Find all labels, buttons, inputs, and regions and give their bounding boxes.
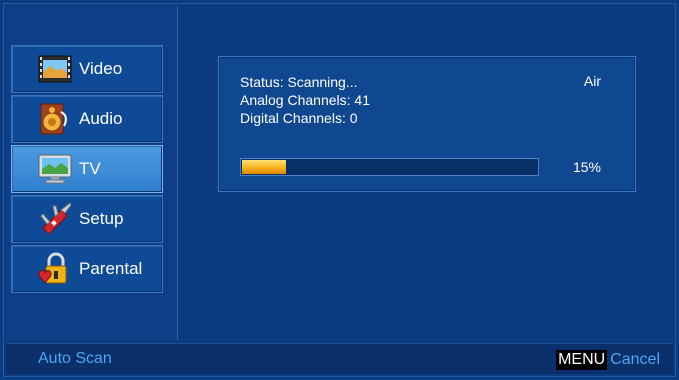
main-menu: Video Audio TV Setup Parental: [11, 45, 163, 295]
tv-monitor-icon: [37, 152, 73, 186]
menu-key-badge: MENU: [556, 350, 608, 370]
scan-status-lines: Status: Scanning... Analog Channels: 41 …: [240, 73, 370, 127]
scan-status-panel: Status: Scanning... Analog Channels: 41 …: [218, 56, 636, 192]
footer-bar: Auto Scan MENU Cancel: [6, 343, 673, 374]
menu-item-setup[interactable]: Setup: [11, 195, 163, 243]
audio-speaker-icon: [37, 102, 73, 136]
page-title: Auto Scan: [38, 350, 112, 367]
scan-progress-fill: [242, 160, 286, 174]
scan-source: Air: [583, 73, 601, 89]
menu-item-label: Audio: [79, 109, 123, 128]
video-film-icon: [37, 52, 73, 86]
padlock-heart-icon: [37, 252, 73, 286]
menu-item-label: Parental: [79, 259, 143, 278]
tv-menu-screen: Video Audio TV Setup Parental Status: Sc…: [0, 0, 679, 380]
cancel-hint[interactable]: MENU Cancel: [556, 350, 660, 370]
menu-item-audio[interactable]: Audio: [11, 95, 163, 143]
scan-progress-bar: [240, 158, 539, 176]
menu-item-label: Video: [79, 59, 123, 78]
swiss-knife-icon: [37, 202, 73, 236]
menu-item-video[interactable]: Video: [11, 45, 163, 93]
menu-item-parental[interactable]: Parental: [11, 245, 163, 293]
digital-channel-count: Digital Channels: 0: [240, 110, 358, 126]
analog-channel-count: Analog Channels: 41: [240, 92, 370, 108]
cancel-label: Cancel: [610, 351, 660, 368]
menu-item-label: TV: [79, 159, 101, 178]
scan-progress-percent: 15%: [572, 159, 601, 175]
menu-item-tv[interactable]: TV: [11, 145, 163, 193]
scan-status: Status: Scanning...: [240, 74, 358, 90]
menu-item-label: Setup: [79, 209, 124, 228]
